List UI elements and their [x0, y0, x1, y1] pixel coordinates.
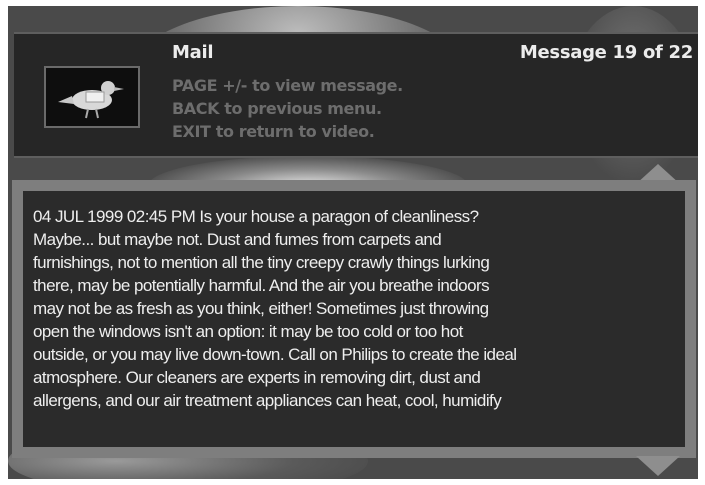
- mail-bird-icon: [58, 81, 124, 119]
- message-body[interactable]: 04 JUL 1999 02:45 PM Is your house a par…: [23, 191, 685, 447]
- mail-header-panel: Mail Message 19 of 22 PAGE +/- to view m…: [14, 32, 698, 158]
- message-frame: 04 JUL 1999 02:45 PM Is your house a par…: [12, 180, 696, 458]
- help-line-back: BACK to previous menu.: [172, 99, 382, 118]
- scroll-down-arrow-icon[interactable]: [636, 456, 680, 476]
- tv-screen: Mail Message 19 of 22 PAGE +/- to view m…: [8, 6, 698, 479]
- help-line-page: PAGE +/- to view message.: [172, 76, 403, 95]
- message-text: 04 JUL 1999 02:45 PM Is your house a par…: [33, 207, 517, 410]
- mail-thumbnail: [44, 66, 140, 128]
- help-line-exit: EXIT to return to video.: [172, 122, 375, 141]
- page-title: Mail: [172, 42, 214, 63]
- help-instructions: PAGE +/- to view message. BACK to previo…: [172, 74, 403, 143]
- message-counter: Message 19 of 22: [519, 42, 693, 63]
